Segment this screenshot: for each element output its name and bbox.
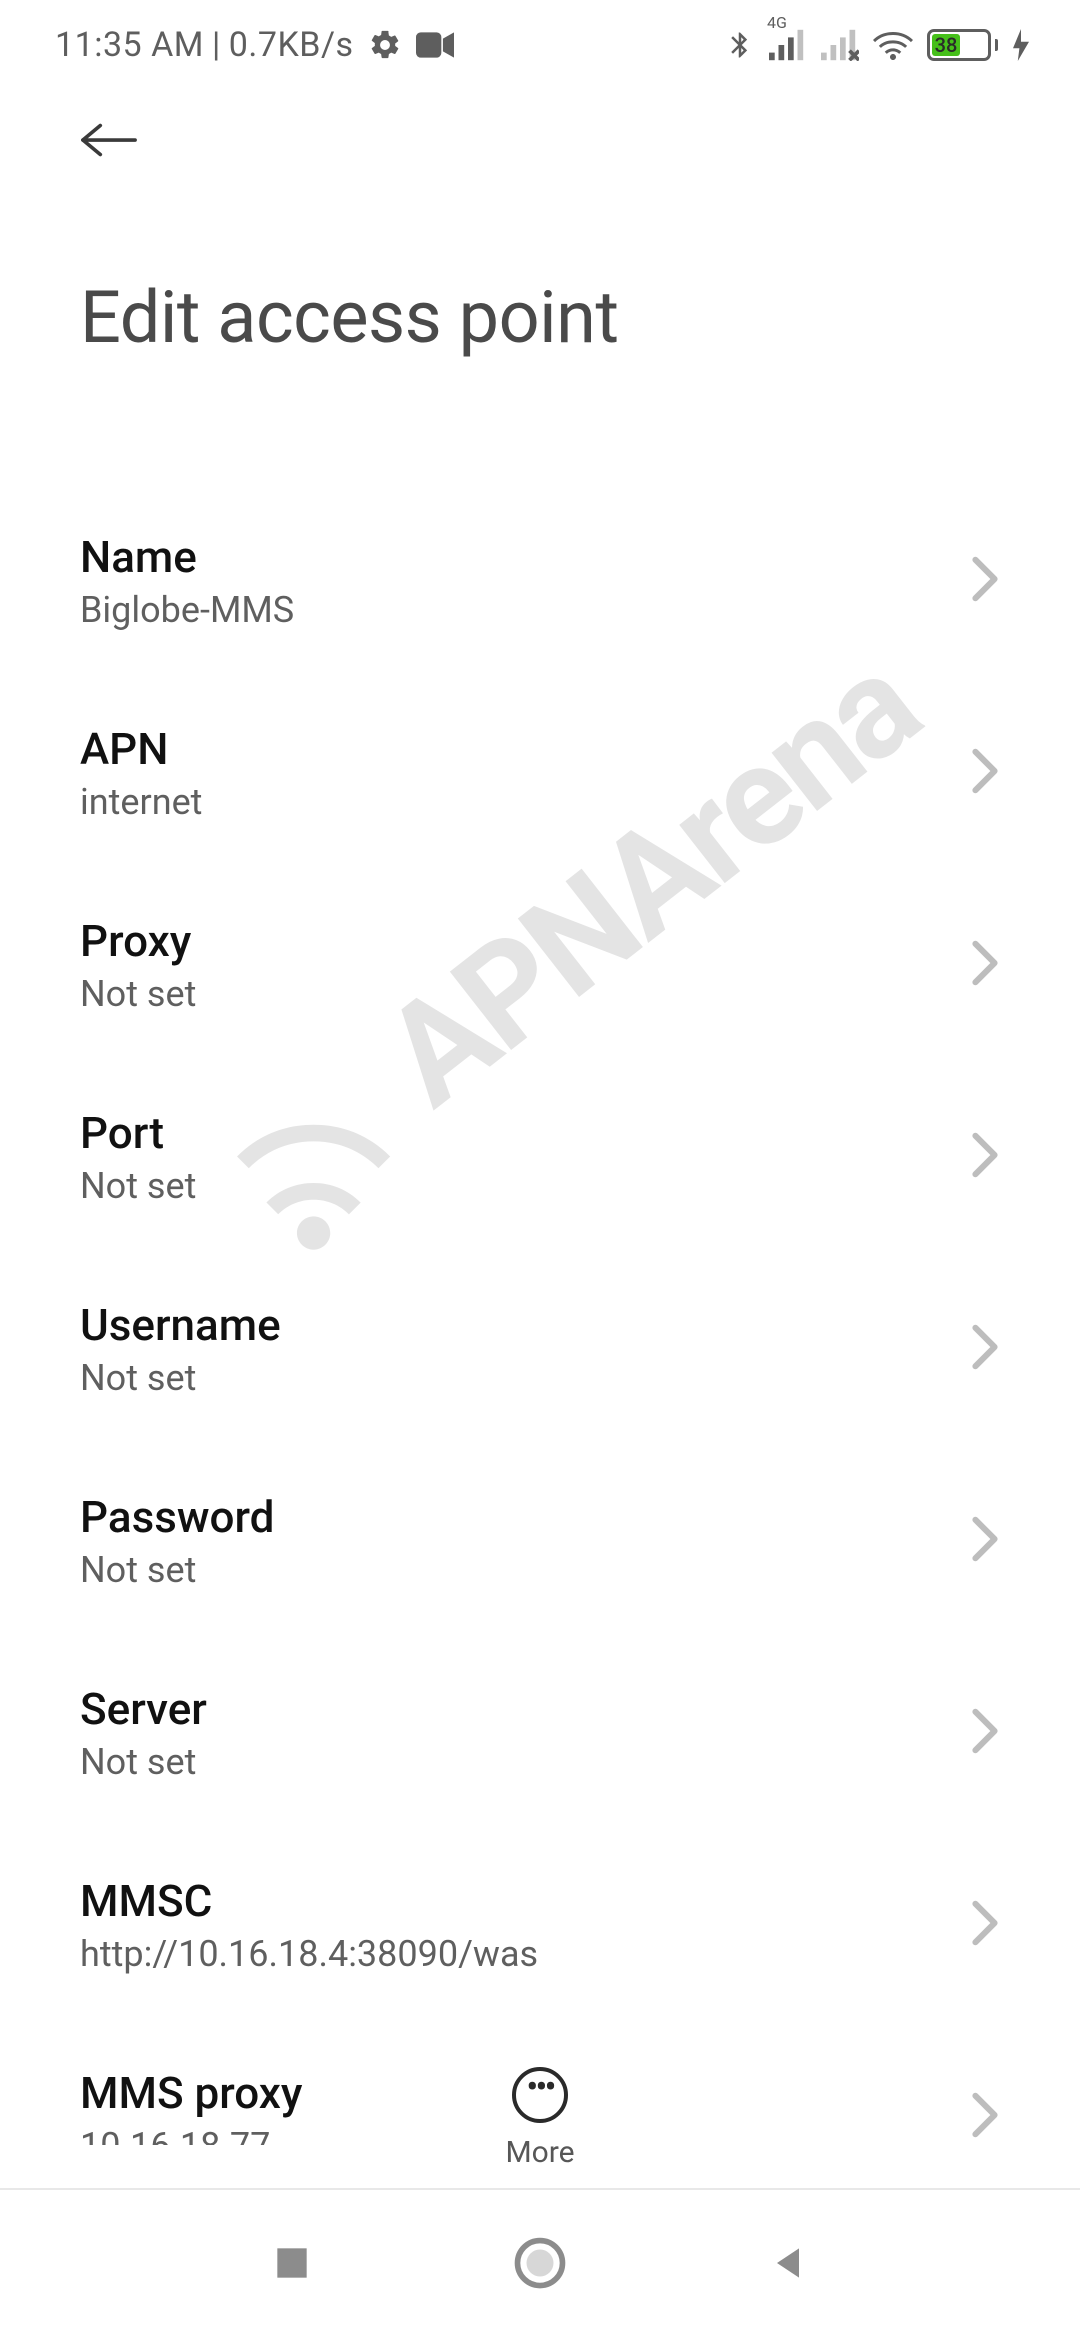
chevron-right-icon xyxy=(970,1899,1000,1951)
apn-field-name[interactable]: Name Biglobe-MMS xyxy=(0,485,1080,677)
field-value: internet xyxy=(80,781,202,823)
system-nav-bar xyxy=(0,2190,1080,2340)
back-button[interactable] xyxy=(80,120,140,180)
more-label: More xyxy=(505,2135,574,2170)
charging-icon xyxy=(1012,29,1030,61)
page-title: Edit access point xyxy=(80,275,1000,360)
field-label: Name xyxy=(80,531,294,583)
bluetooth-icon xyxy=(725,27,755,63)
signal-nosim-icon xyxy=(821,29,859,61)
more-icon: ••• xyxy=(512,2067,568,2123)
field-value: Not set xyxy=(80,973,196,1015)
field-value: Not set xyxy=(80,1741,207,1783)
status-time: 11:35 AM xyxy=(55,25,204,65)
gear-icon xyxy=(368,28,402,62)
battery-fill: 38 xyxy=(932,34,960,56)
chevron-right-icon xyxy=(970,747,1000,799)
status-sep: | xyxy=(212,25,221,65)
field-value: Not set xyxy=(80,1165,196,1207)
field-value: Not set xyxy=(80,1357,281,1399)
chevron-right-icon xyxy=(970,939,1000,991)
field-value: Biglobe-MMS xyxy=(80,589,294,631)
battery-indicator: 38 xyxy=(927,29,998,61)
chevron-right-icon xyxy=(970,1707,1000,1759)
apn-field-server[interactable]: Server Not set xyxy=(0,1637,1080,1829)
signal-label: 4G xyxy=(767,13,787,32)
nav-back-button[interactable] xyxy=(766,2241,810,2289)
battery-percent: 38 xyxy=(935,33,958,57)
header: Edit access point xyxy=(0,90,1080,360)
chevron-right-icon xyxy=(970,555,1000,607)
field-label: Username xyxy=(80,1299,281,1351)
apn-field-username[interactable]: Username Not set xyxy=(0,1253,1080,1445)
more-button[interactable]: ••• More xyxy=(505,2067,574,2170)
chevron-right-icon xyxy=(970,1323,1000,1375)
chevron-right-icon xyxy=(970,1131,1000,1183)
status-net-speed: 0.7KB/s xyxy=(229,25,354,65)
apn-field-password[interactable]: Password Not set xyxy=(0,1445,1080,1637)
field-label: Server xyxy=(80,1683,207,1735)
field-label: Password xyxy=(80,1491,274,1543)
field-label: MMSC xyxy=(80,1875,538,1927)
status-bar: 11:35 AM | 0.7KB/s 4G 38 xyxy=(0,0,1080,90)
nav-home-button[interactable] xyxy=(513,2236,567,2294)
field-value: http://10.16.18.4:38090/was xyxy=(80,1933,538,1975)
field-label: Proxy xyxy=(80,915,196,967)
field-label: Port xyxy=(80,1107,196,1159)
video-icon xyxy=(416,31,454,59)
apn-field-mmsc[interactable]: MMSC http://10.16.18.4:38090/was xyxy=(0,1829,1080,2021)
wifi-icon xyxy=(873,29,913,61)
field-value: Not set xyxy=(80,1549,274,1591)
signal-4g-icon: 4G xyxy=(769,29,807,61)
chevron-right-icon xyxy=(970,1515,1000,1567)
apn-field-port[interactable]: Port Not set xyxy=(0,1061,1080,1253)
apn-field-apn[interactable]: APN internet xyxy=(0,677,1080,869)
nav-recent-button[interactable] xyxy=(270,2241,314,2289)
field-label: APN xyxy=(80,723,202,775)
apn-field-proxy[interactable]: Proxy Not set xyxy=(0,869,1080,1061)
settings-list: NameBiglobe-MMSAPNinternetProxyNot setPo… xyxy=(0,485,1080,2145)
